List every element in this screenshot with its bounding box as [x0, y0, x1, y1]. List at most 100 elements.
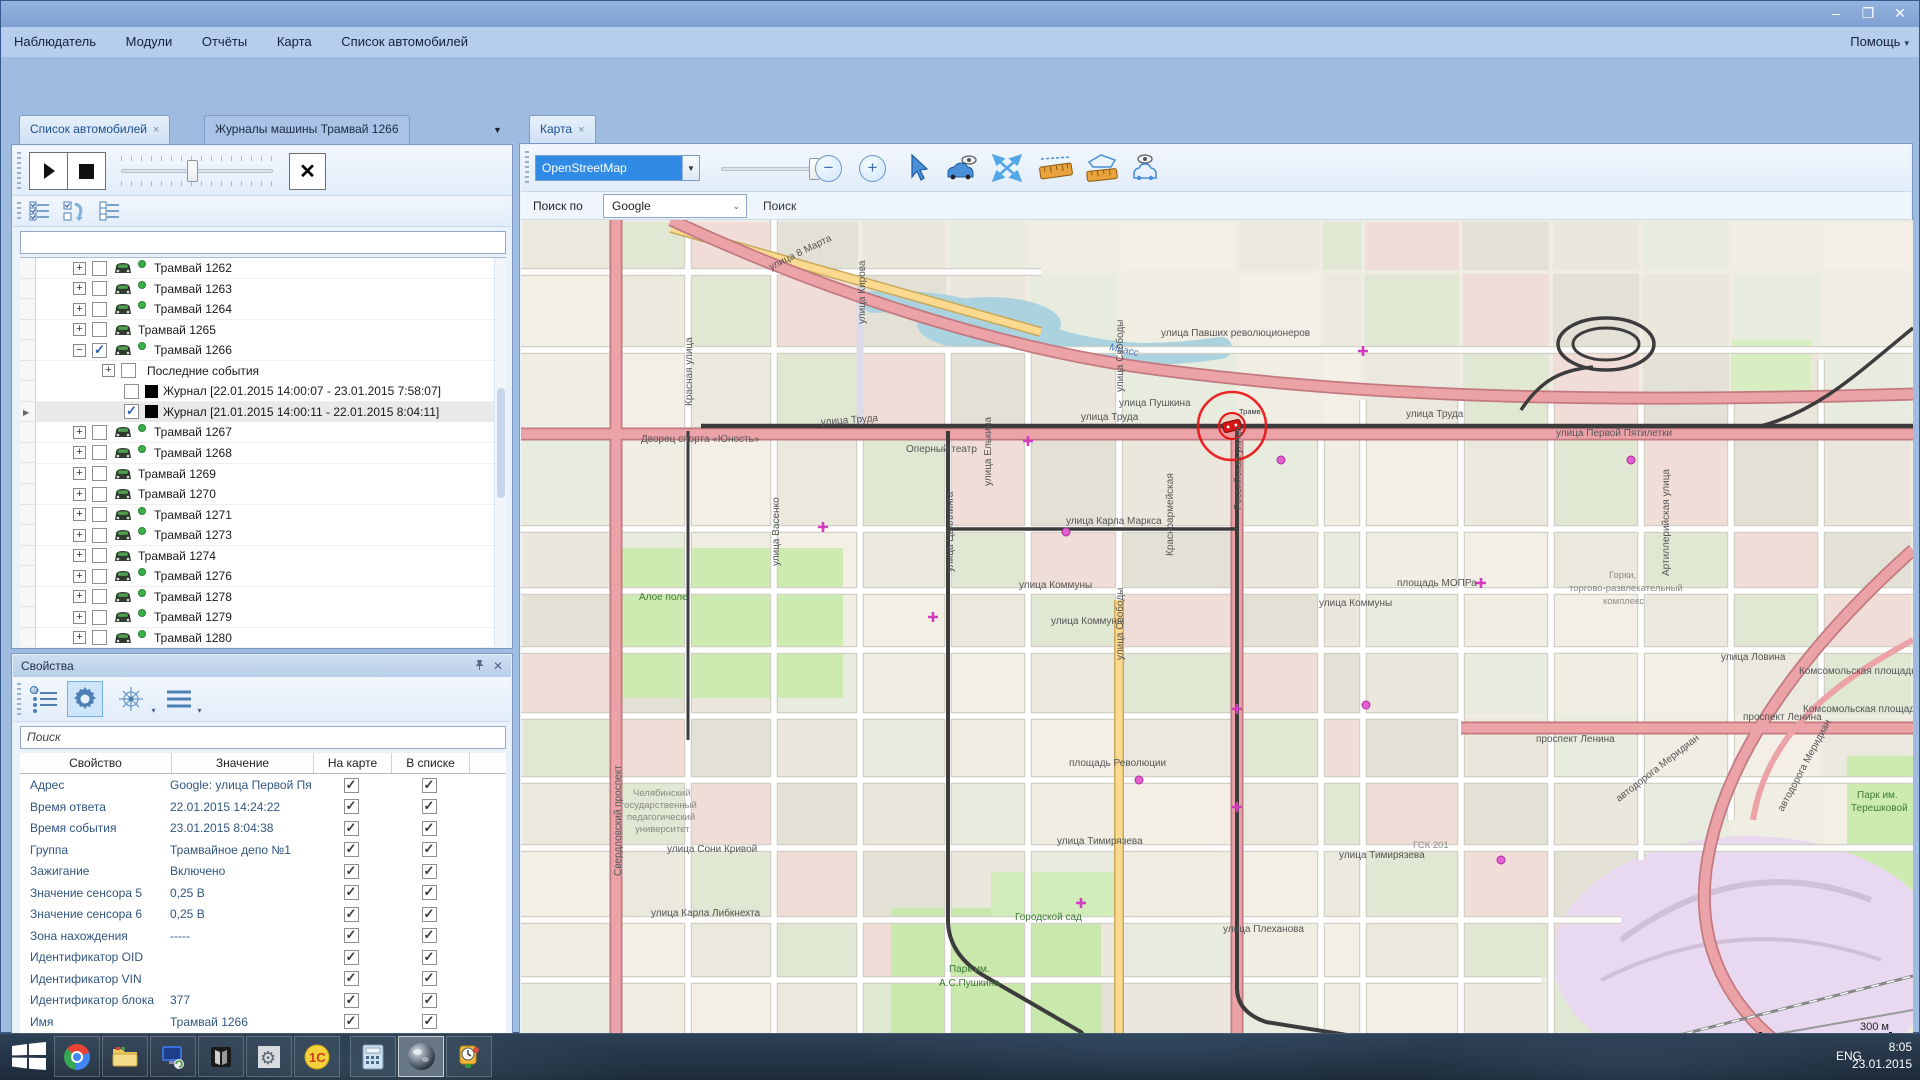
in-list-checkbox[interactable]: [422, 1014, 437, 1029]
tree-item-vehicle[interactable]: +Трамвай 1271: [36, 505, 494, 526]
tree-checkbox[interactable]: [92, 281, 107, 296]
grouped-list-icon[interactable]: @: [29, 685, 59, 718]
tree-checkbox[interactable]: [124, 404, 139, 419]
slider-thumb[interactable]: [187, 160, 198, 182]
close-button[interactable]: ✕: [1891, 5, 1909, 21]
on-map-checkbox[interactable]: [344, 778, 359, 793]
map-layer-select[interactable]: OpenStreetMap ▼: [535, 155, 700, 181]
gutter-cell[interactable]: [20, 422, 35, 443]
tree-checkbox[interactable]: [92, 548, 107, 563]
tree-item-vehicle[interactable]: +Трамвай 1264: [36, 299, 494, 320]
column-header-in-list[interactable]: В списке: [392, 753, 470, 773]
start-button[interactable]: [12, 1042, 46, 1070]
fit-view-tool[interactable]: [991, 153, 1023, 188]
close-tab-icon[interactable]: ×: [578, 124, 584, 136]
tree-checkbox[interactable]: [92, 507, 107, 522]
property-row[interactable]: Идентификатор блока377: [20, 989, 506, 1011]
on-map-checkbox[interactable]: [344, 928, 359, 943]
toolbar-grip[interactable]: [525, 151, 529, 185]
uncheck-all-icon[interactable]: [99, 201, 121, 226]
tree-item-vehicle[interactable]: +Трамвай 1276: [36, 566, 494, 587]
tree-item-vehicle[interactable]: +Трамвай 1263: [36, 279, 494, 300]
tree-expander[interactable]: +: [73, 570, 86, 583]
scrollbar-thumb[interactable]: [497, 388, 505, 498]
gutter-cell[interactable]: [20, 320, 35, 341]
search-placeholder-label[interactable]: Поиск: [763, 199, 796, 213]
tree-item-vehicle[interactable]: +Трамвай 1274: [36, 546, 494, 567]
title-bar[interactable]: – ❐ ✕: [1, 1, 1919, 27]
tree-expander[interactable]: +: [73, 611, 86, 624]
menu-modules[interactable]: Модули: [113, 27, 186, 57]
column-header-on-map[interactable]: На карте: [314, 753, 392, 773]
tree-item-vehicle[interactable]: +Трамвай 1268: [36, 443, 494, 464]
gutter-cell[interactable]: [20, 525, 35, 546]
tree-checkbox[interactable]: [92, 487, 107, 502]
tree-scrollbar[interactable]: [494, 258, 506, 647]
tree-expander[interactable]: +: [102, 364, 115, 377]
on-map-checkbox[interactable]: [344, 842, 359, 857]
tree-item-vehicle[interactable]: +Трамвай 1265: [36, 320, 494, 341]
tree-checkbox[interactable]: [92, 302, 107, 317]
tree-item-journal[interactable]: Журнал [21.01.2015 14:00:11 - 22.01.2015…: [36, 402, 494, 423]
in-list-checkbox[interactable]: [422, 778, 437, 793]
in-list-checkbox[interactable]: [422, 821, 437, 836]
property-row[interactable]: ЗажиганиеВключено: [20, 860, 506, 882]
gutter-cell[interactable]: [20, 299, 35, 320]
tree-item-journal[interactable]: Журнал [22.01.2015 14:00:07 - 23.01.2015…: [36, 381, 494, 402]
taskbar-clock[interactable]: 8:05 23.01.2015: [1852, 1039, 1912, 1073]
follow-vehicle-tool[interactable]: [1129, 153, 1161, 188]
on-map-checkbox[interactable]: [344, 971, 359, 986]
select-cursor-tool[interactable]: [907, 153, 929, 188]
gutter-cell[interactable]: [20, 628, 35, 647]
tree-checkbox[interactable]: [92, 528, 107, 543]
map-viewport[interactable]: Трамв 300 м улица 8 Мартаулица КироваМиа…: [521, 220, 1913, 1065]
gutter-cell[interactable]: [20, 361, 35, 382]
gutter-cell[interactable]: [20, 566, 35, 587]
clear-button[interactable]: ✕: [289, 153, 326, 190]
close-panel-icon[interactable]: ✕: [493, 659, 503, 673]
tab-map[interactable]: Карта×: [529, 115, 596, 144]
tree-expander[interactable]: +: [73, 508, 86, 521]
tree-expander[interactable]: +: [73, 303, 86, 316]
tree-item-vehicle[interactable]: +Последние события: [36, 361, 494, 382]
minimize-button[interactable]: –: [1827, 5, 1845, 21]
tree-expander[interactable]: +: [73, 590, 86, 603]
menu-reports[interactable]: Отчёты: [189, 27, 260, 57]
property-row[interactable]: Идентификатор VIN: [20, 968, 506, 990]
taskbar-app-chrome[interactable]: [54, 1036, 100, 1077]
in-list-checkbox[interactable]: [422, 907, 437, 922]
tree-item-vehicle[interactable]: +Трамвай 1267: [36, 422, 494, 443]
playback-speed-slider[interactable]: [121, 154, 273, 188]
tree-checkbox[interactable]: [92, 630, 107, 645]
gutter-cell[interactable]: [20, 505, 35, 526]
tree-expander[interactable]: +: [73, 446, 86, 459]
menu-map[interactable]: Карта: [264, 27, 325, 57]
on-map-checkbox[interactable]: [344, 950, 359, 965]
tree-expander[interactable]: +: [73, 282, 86, 295]
column-header-property[interactable]: Свойство: [20, 753, 172, 773]
tree-item-vehicle[interactable]: +Трамвай 1278: [36, 587, 494, 608]
stop-button[interactable]: [67, 152, 106, 190]
tree-item-vehicle[interactable]: +Трамвай 1279: [36, 607, 494, 628]
on-map-checkbox[interactable]: [344, 799, 359, 814]
gutter-cell[interactable]: [20, 279, 35, 300]
settings-gear-button[interactable]: [67, 681, 103, 717]
tree-checkbox[interactable]: [92, 569, 107, 584]
measure-area-tool[interactable]: [1083, 153, 1121, 188]
in-list-checkbox[interactable]: [422, 842, 437, 857]
gutter-cell[interactable]: ▶: [20, 402, 35, 423]
close-tab-icon[interactable]: ×: [153, 124, 159, 136]
search-engine-select[interactable]: Google ⌄: [603, 194, 747, 218]
tree-checkbox[interactable]: [92, 322, 107, 337]
compass-icon[interactable]: ▾: [117, 685, 155, 718]
tree-checkbox[interactable]: [92, 610, 107, 625]
play-button[interactable]: [29, 152, 68, 190]
property-row[interactable]: ИмяТрамвай 1266: [20, 1011, 506, 1033]
taskbar-app-one-c[interactable]: 1С: [294, 1036, 340, 1077]
tree-checkbox[interactable]: [121, 363, 136, 378]
pin-icon[interactable]: [474, 659, 485, 674]
tree-expander[interactable]: +: [73, 262, 86, 275]
menu-observer[interactable]: Наблюдатель: [1, 27, 109, 57]
gutter-cell[interactable]: [20, 484, 35, 505]
vehicle-filter-input[interactable]: [20, 231, 506, 254]
